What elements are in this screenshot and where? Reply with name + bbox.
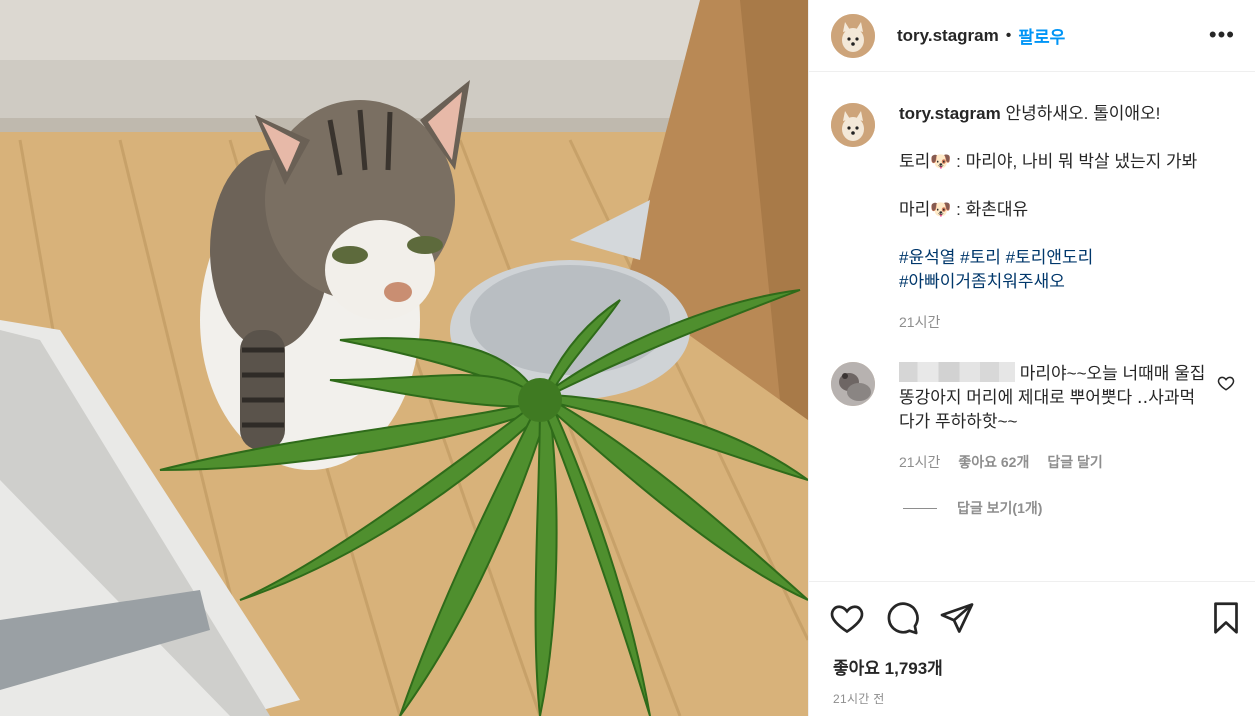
- view-replies-label: 답글 보기(1개): [957, 500, 1043, 516]
- more-options-icon[interactable]: •••: [1209, 22, 1235, 48]
- heart-icon[interactable]: [829, 600, 865, 636]
- caption-avatar[interactable]: [831, 103, 875, 147]
- separator-dot: •: [1005, 26, 1012, 44]
- view-replies-button[interactable]: 답글 보기(1개): [903, 498, 1233, 518]
- post-photo[interactable]: [0, 0, 808, 716]
- follow-button[interactable]: 팔로우: [1018, 23, 1065, 48]
- hashtags-line-1: #윤석열 #토리 #토리앤도리: [899, 246, 1229, 270]
- comment-text-row: 마리야~~오늘 너때매 울집 똥강아지 머리에 제대로 뿌어뿟다 ‥사과먹다가 …: [899, 362, 1209, 434]
- caption-time[interactable]: 21시간: [899, 310, 1229, 334]
- reply-button[interactable]: 답글 달기: [1047, 450, 1102, 474]
- author-username[interactable]: tory.stagram: [897, 26, 999, 46]
- caption-line-2: 토리🐶 : 마리야, 나비 뭐 박살 냈는지 가봐: [899, 152, 1198, 171]
- hashtags-line-2: #아빠이거좀치워주새오: [899, 270, 1229, 294]
- comments-section[interactable]: tory.stagram 안녕하새오. 톨이애오! 토리🐶 : 마리야, 나비 …: [809, 73, 1255, 581]
- post-caption: tory.stagram 안녕하새오. 톨이애오! 토리🐶 : 마리야, 나비 …: [831, 102, 1233, 334]
- commenter-avatar-icon: [831, 362, 875, 406]
- blurred-username[interactable]: [899, 362, 1015, 382]
- hashtag-link[interactable]: #토리앤도리: [1006, 248, 1094, 267]
- post-side-panel: tory.stagram • 팔로우 ••• tory.stagram 안녕하새…: [808, 0, 1255, 716]
- posted-time[interactable]: 21시간 전: [833, 690, 885, 707]
- comment-meta: 21시간 좋아요 62개 답글 달기: [899, 450, 1209, 474]
- comment-like-icon[interactable]: [1217, 374, 1235, 392]
- likes-count[interactable]: 좋아요 1,793개: [833, 654, 943, 679]
- hashtag-link[interactable]: #토리: [960, 248, 1001, 267]
- bookmark-icon[interactable]: [1208, 600, 1244, 636]
- share-icon[interactable]: [939, 600, 975, 636]
- dog-avatar-icon: [831, 13, 875, 58]
- comment-time[interactable]: 21시간: [899, 450, 940, 474]
- comment-body: 마리야~~오늘 너때매 울집 똥강아지 머리에 제대로 뿌어뿟다 ‥사과먹다가 …: [899, 362, 1209, 474]
- post-header: tory.stagram • 팔로우 •••: [809, 0, 1255, 72]
- comment-likes[interactable]: 좋아요 62개: [958, 450, 1029, 474]
- post-actions: [809, 581, 1255, 653]
- hashtag-link[interactable]: #아빠이거좀치워주새오: [899, 272, 1065, 291]
- caption-line-3: 마리🐶 : 화촌대유: [899, 200, 1029, 219]
- post-image: [0, 0, 808, 716]
- caption-text: tory.stagram 안녕하새오. 톨이애오! 토리🐶 : 마리야, 나비 …: [899, 102, 1229, 334]
- author-avatar[interactable]: [831, 13, 875, 58]
- commenter-avatar[interactable]: [831, 362, 875, 406]
- comment-icon[interactable]: [884, 600, 920, 636]
- comment-item: 마리야~~오늘 너때매 울집 똥강아지 머리에 제대로 뿌어뿟다 ‥사과먹다가 …: [831, 362, 1235, 474]
- replies-divider: [903, 507, 937, 509]
- caption-line-1: 안녕하새오. 톨이애오!: [1005, 104, 1161, 123]
- dog-avatar-icon: [831, 103, 875, 147]
- hashtag-link[interactable]: #윤석열: [899, 248, 955, 267]
- caption-username[interactable]: tory.stagram: [899, 104, 1001, 123]
